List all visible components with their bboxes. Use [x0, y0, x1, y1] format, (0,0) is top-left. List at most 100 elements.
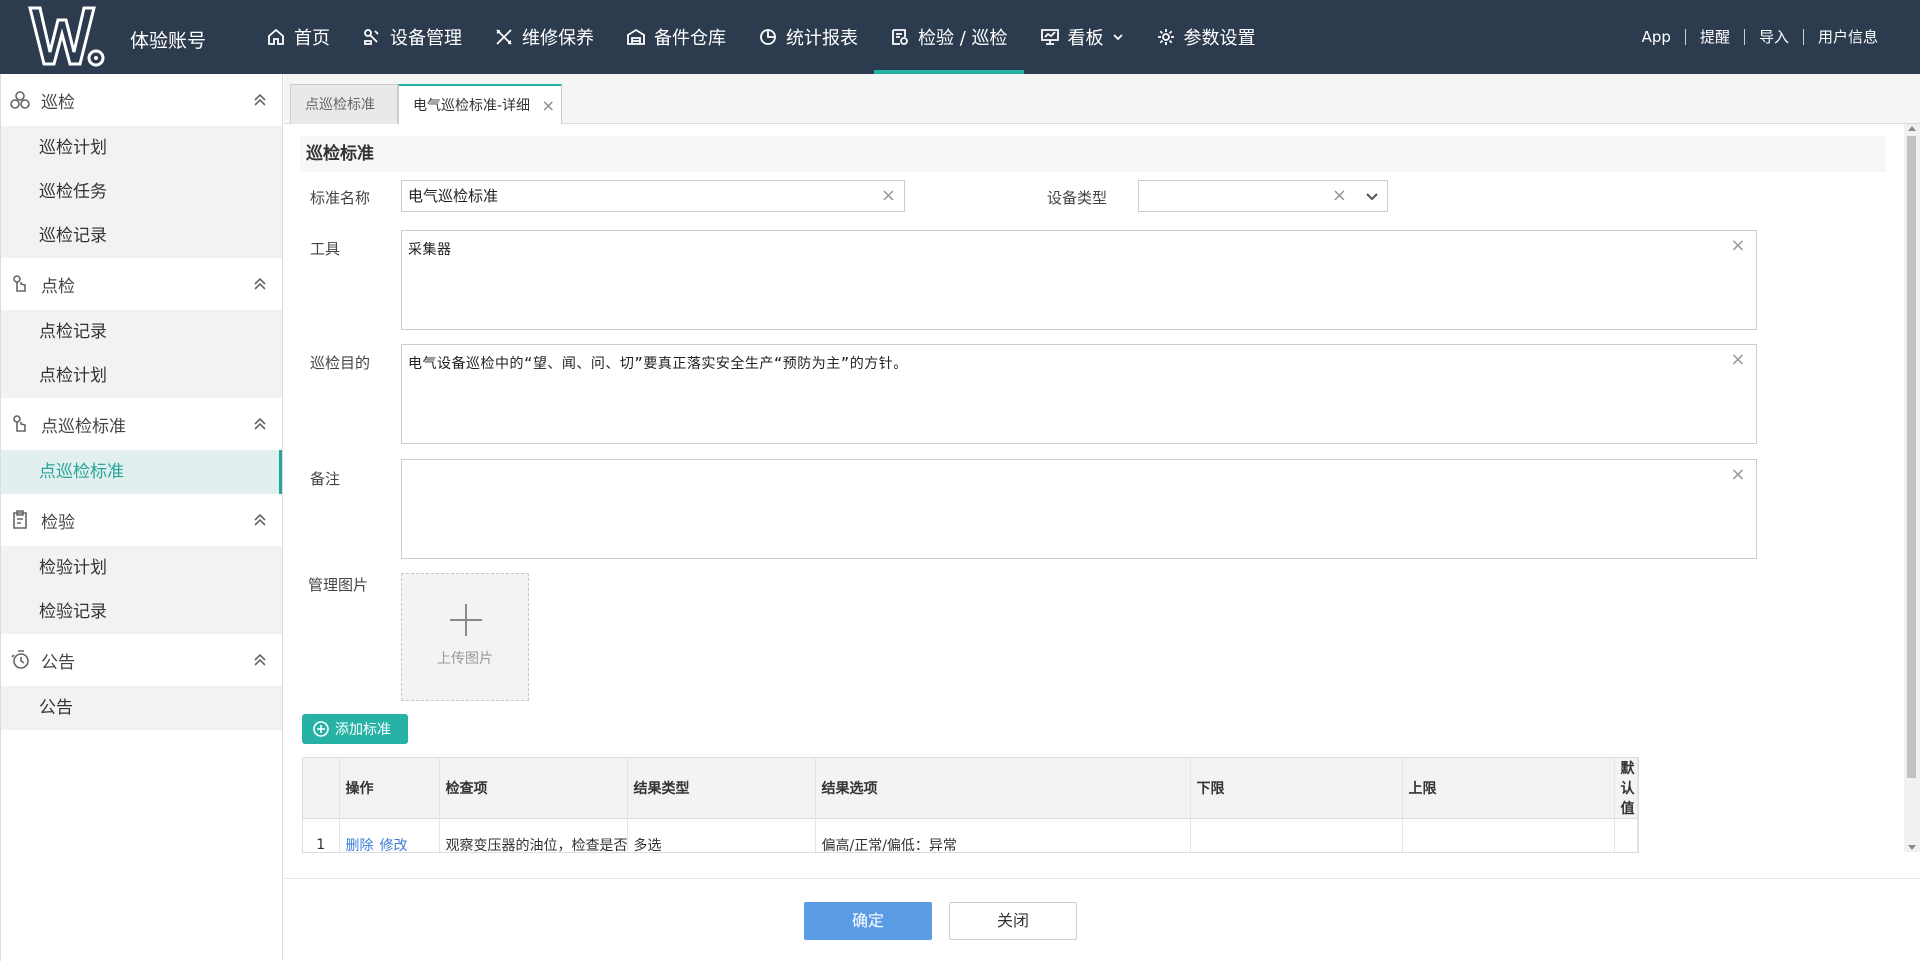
top-right-links: App 提醒 导入 用户信息: [1628, 0, 1892, 74]
tab-standard-detail[interactable]: 电气巡检标准-详细 ×: [398, 84, 562, 125]
sidebar-group-label: 点检: [41, 276, 75, 297]
main-content: 巡检标准 标准名称 电气巡检标准 × 设备类型 × 工具 采集器 × 巡检目的 …: [284, 124, 1920, 961]
scrollbar-thumb[interactable]: [1907, 136, 1916, 778]
clear-icon[interactable]: ×: [1332, 181, 1347, 211]
purpose-value: 电气设备巡检中的“望、闻、问、切”要真正落实安全生产“预防为主”的方针。: [408, 356, 908, 372]
column-header: 操作: [339, 758, 440, 819]
column-header: 下限: [1190, 758, 1403, 819]
sidebar-group-notice[interactable]: 公告: [1, 634, 282, 686]
clear-icon[interactable]: ×: [881, 181, 896, 211]
sidebar-item-spot-plan[interactable]: 点检计划: [1, 354, 282, 398]
sidebar-sub-spot-check: 点检记录 点检计划: [1, 310, 282, 398]
edit-link[interactable]: 修改: [380, 838, 408, 852]
section-title: 巡检标准: [300, 136, 1886, 172]
clear-icon[interactable]: ×: [1730, 349, 1746, 370]
gear-icon: [1157, 29, 1174, 45]
sidebar-group-label: 巡检: [41, 92, 75, 113]
clear-icon[interactable]: ×: [1730, 464, 1746, 485]
sidebar-group-label: 点巡检标准: [41, 416, 126, 437]
column-header-index: [303, 758, 340, 819]
image-label: 管理图片: [308, 576, 369, 594]
column-header: 默认值: [1614, 758, 1638, 819]
top-header: 体验账号 首页 设备管理 维修保养 备件仓库 统计报表 检验 / 巡检 看板 参…: [0, 0, 1920, 74]
board-icon: [1040, 29, 1059, 45]
default-value-cell: [1614, 818, 1638, 852]
chevron-up-icon[interactable]: [252, 652, 268, 668]
remark-textarea[interactable]: ×: [401, 459, 1757, 559]
sidebar-item-notice[interactable]: 公告: [1, 686, 282, 730]
sidebar-group-spot-check[interactable]: 点检: [1, 258, 282, 310]
add-standard-button[interactable]: 添加标准: [302, 714, 408, 744]
sidebar-item-standard[interactable]: 点巡检标准: [1, 450, 282, 494]
nav-inspection[interactable]: 检验 / 巡检: [874, 0, 1024, 74]
remark-label: 备注: [310, 470, 341, 488]
upload-image-button[interactable]: 上传图片: [401, 573, 529, 701]
tab-standard-list[interactable]: 点巡检标准: [290, 84, 398, 124]
footer-divider: [284, 878, 1920, 879]
nav-settings[interactable]: 参数设置: [1140, 0, 1272, 74]
scroll-down-icon[interactable]: [1908, 845, 1916, 850]
sidebar-item-patrol-plan[interactable]: 巡检计划: [1, 126, 282, 170]
clear-icon[interactable]: ×: [1730, 235, 1746, 256]
upload-label: 上传图片: [437, 651, 493, 667]
purpose-textarea[interactable]: 电气设备巡检中的“望、闻、问、切”要真正落实安全生产“预防为主”的方针。 ×: [401, 344, 1757, 444]
close-icon[interactable]: ×: [542, 86, 555, 126]
nav-inspection-label: 检验 / 巡检: [918, 28, 1008, 49]
account-name: 体验账号: [130, 30, 207, 52]
sidebar-group-label: 检验: [41, 512, 75, 533]
app-logo[interactable]: [28, 6, 108, 68]
sidebar-item-patrol-task[interactable]: 巡检任务: [1, 170, 282, 214]
sidebar-group-standard[interactable]: 点巡检标准: [1, 398, 282, 450]
nav-warehouse-label: 备件仓库: [654, 28, 726, 49]
chevron-up-icon[interactable]: [252, 92, 268, 108]
standard-items-table: 操作 检查项 结果类型 结果选项 下限 上限 默认值 1 删除 修改 观察变压器的…: [302, 757, 1639, 853]
column-header: 上限: [1402, 758, 1615, 819]
standard-name-input[interactable]: 电气巡检标准 ×: [401, 180, 905, 212]
scroll-up-icon[interactable]: [1908, 126, 1916, 131]
purpose-label: 巡检目的: [310, 354, 371, 372]
result-options-cell: 偏高/正常/偏低：异常: [815, 818, 1191, 852]
confirm-button[interactable]: 确定: [804, 902, 932, 940]
sidebar-sub-notice: 公告: [1, 686, 282, 730]
sidebar-group-inspection[interactable]: 检验: [1, 494, 282, 546]
delete-link[interactable]: 删除: [346, 838, 374, 852]
tool-textarea[interactable]: 采集器 ×: [401, 230, 1757, 330]
hand-icon: [13, 415, 26, 432]
name-label: 标准名称: [310, 189, 371, 207]
chevron-up-icon[interactable]: [252, 512, 268, 528]
check-item-cell: 观察变压器的油位，检查是否: [439, 818, 628, 852]
close-button[interactable]: 关闭: [949, 902, 1077, 940]
column-header: 检查项: [439, 758, 628, 819]
lower-limit-cell: [1190, 818, 1403, 852]
tools-icon: [496, 29, 512, 45]
plus-circle-icon: [313, 721, 329, 737]
sidebar-item-inspection-record[interactable]: 检验记录: [1, 590, 282, 634]
column-header: 结果选项: [815, 758, 1191, 819]
sidebar-group-patrol[interactable]: 巡检: [1, 74, 282, 126]
tool-value: 采集器: [408, 242, 452, 258]
sidebar-item-spot-record[interactable]: 点检记录: [1, 310, 282, 354]
chevron-up-icon[interactable]: [252, 416, 268, 432]
nav-home[interactable]: 首页: [250, 0, 346, 74]
nav-device[interactable]: 设备管理: [346, 0, 478, 74]
user-info-link[interactable]: 用户信息: [1802, 29, 1892, 45]
chevron-down-icon[interactable]: [1365, 190, 1379, 204]
nav-warehouse[interactable]: 备件仓库: [610, 0, 742, 74]
row-number: 1: [303, 818, 340, 852]
nav-maintenance[interactable]: 维修保养: [478, 0, 610, 74]
add-standard-label: 添加标准: [335, 722, 391, 738]
sidebar-item-patrol-record[interactable]: 巡检记录: [1, 214, 282, 258]
chevron-up-icon[interactable]: [252, 276, 268, 292]
nav-board[interactable]: 看板: [1024, 0, 1140, 74]
import-link[interactable]: 导入: [1743, 29, 1803, 45]
row-actions: 删除 修改: [339, 818, 440, 852]
device-type-select[interactable]: ×: [1138, 180, 1388, 212]
nav-reports[interactable]: 统计报表: [742, 0, 874, 74]
vertical-scrollbar[interactable]: [1904, 124, 1920, 852]
app-link[interactable]: App: [1628, 29, 1685, 45]
sidebar-item-inspection-plan[interactable]: 检验计划: [1, 546, 282, 590]
home-icon: [268, 28, 284, 45]
reminder-link[interactable]: 提醒: [1684, 29, 1744, 45]
main-nav: 首页 设备管理 维修保养 备件仓库 统计报表 检验 / 巡检 看板 参数设置: [250, 0, 1272, 74]
sidebar-group-label: 公告: [41, 652, 75, 673]
